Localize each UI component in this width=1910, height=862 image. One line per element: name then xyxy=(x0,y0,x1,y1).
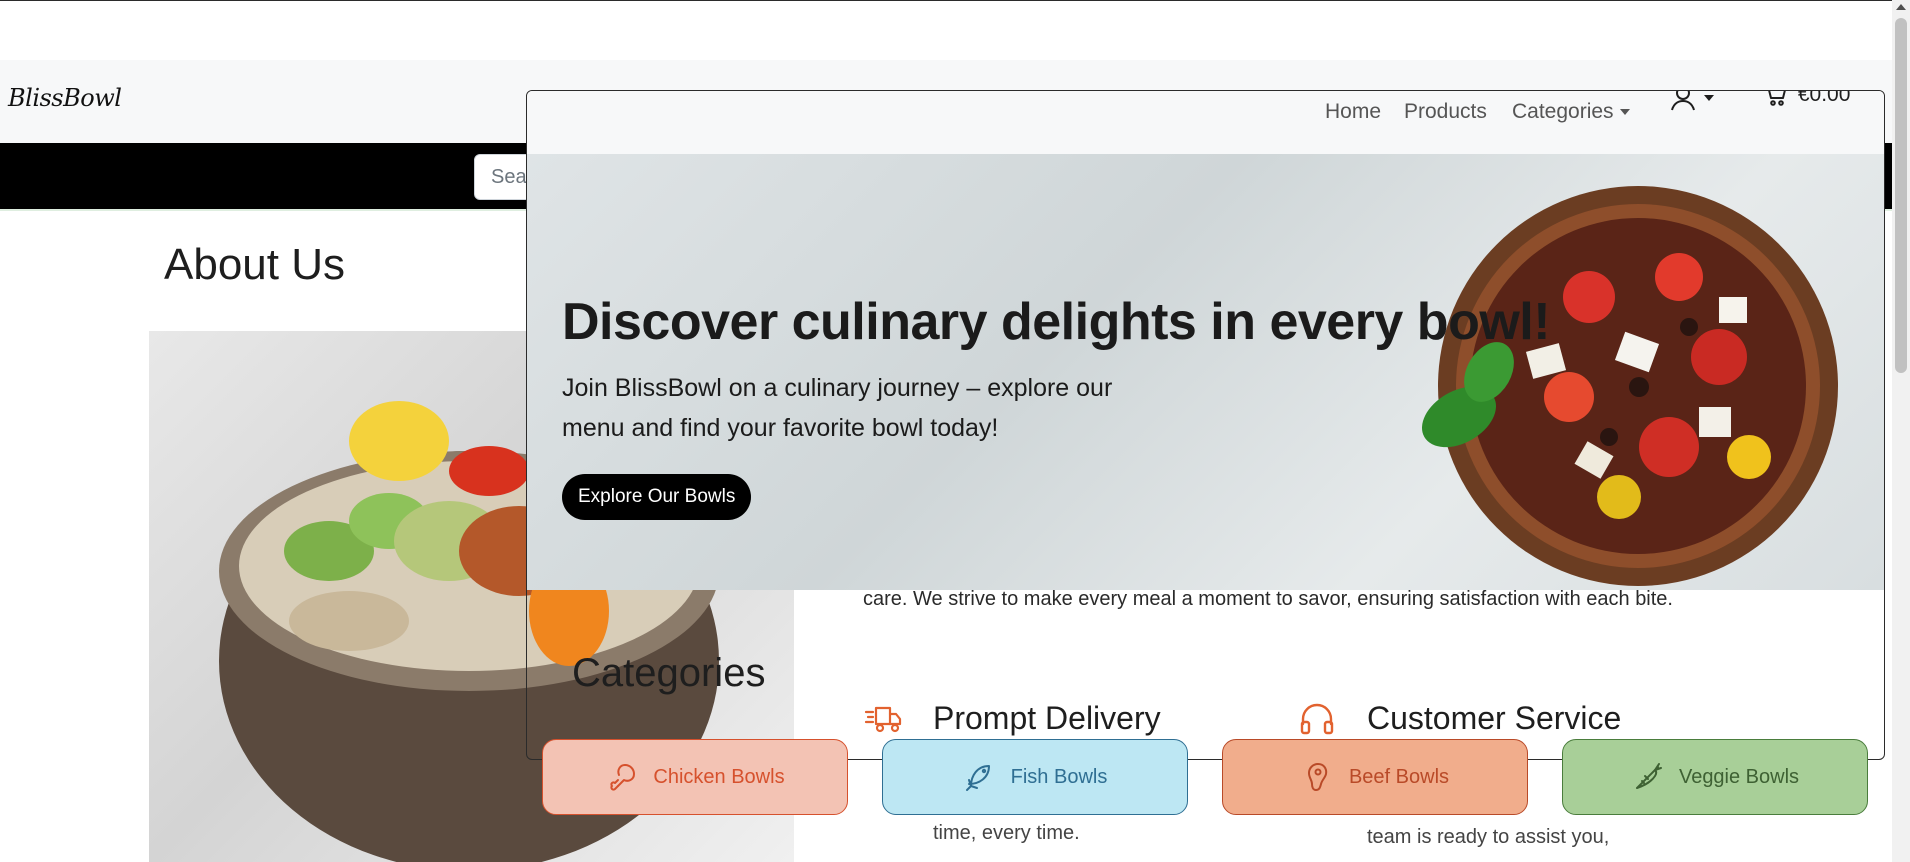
carrot-icon xyxy=(1635,763,1662,789)
user-menu[interactable] xyxy=(1668,91,1714,113)
beef-icon xyxy=(1307,763,1328,791)
feature-desc-service: team is ready to assist you, xyxy=(1367,826,1610,848)
nav-categories-label: Categories xyxy=(1512,100,1614,123)
chicken-leg-icon xyxy=(610,764,636,791)
nav-products[interactable]: Products xyxy=(1404,101,1487,122)
about-title: About Us xyxy=(164,240,345,289)
nav-categories[interactable]: Categories xyxy=(1512,101,1630,122)
hero-bowl-image xyxy=(1422,186,1838,586)
fish-bowls-label: Fish Bowls xyxy=(1010,765,1108,788)
scrollbar[interactable] xyxy=(1892,0,1910,862)
cart-total: €0.00 xyxy=(1797,90,1851,106)
window-top-border xyxy=(0,0,1910,1)
scroll-up-arrow-icon[interactable] xyxy=(1896,4,1906,10)
hero-banner: Discover culinary delights in every bowl… xyxy=(527,154,1884,590)
fish-bowls-button[interactable]: Fish Bowls xyxy=(882,739,1188,815)
fish-icon xyxy=(965,765,990,791)
chevron-down-icon xyxy=(1704,95,1714,101)
beef-bowls-label: Beef Bowls xyxy=(1348,765,1450,788)
explore-bowls-button[interactable]: Explore Our Bowls xyxy=(562,474,752,520)
overlay-panel: Home Products Categories €0.00 Discover … xyxy=(526,90,1885,760)
veggie-bowls-label: Veggie Bowls xyxy=(1678,765,1800,788)
chevron-down-icon xyxy=(1619,109,1630,116)
feature-desc-delivery: time, every time. xyxy=(933,822,1080,844)
scrollbar-thumb[interactable] xyxy=(1895,18,1907,373)
brand-logo[interactable]: BlissBowl xyxy=(8,84,122,112)
chicken-bowls-button[interactable]: Chicken Bowls xyxy=(542,739,848,815)
veggie-bowls-button[interactable]: Veggie Bowls xyxy=(1562,739,1868,815)
hero-title: Discover culinary delights in every bowl… xyxy=(562,293,1551,351)
nav-home[interactable]: Home xyxy=(1325,101,1381,122)
search-field[interactable] xyxy=(474,154,534,200)
user-icon xyxy=(1671,91,1695,111)
beef-bowls-button[interactable]: Beef Bowls xyxy=(1222,739,1528,815)
cart-button[interactable]: €0.00 xyxy=(1762,90,1851,108)
search-input[interactable] xyxy=(475,155,533,199)
cart-icon xyxy=(1768,91,1786,106)
hero-subtitle: Join BlissBowl on a culinary journey – e… xyxy=(562,374,1113,442)
chicken-bowls-label: Chicken Bowls xyxy=(653,765,785,788)
categories-heading: Categories xyxy=(572,651,766,695)
